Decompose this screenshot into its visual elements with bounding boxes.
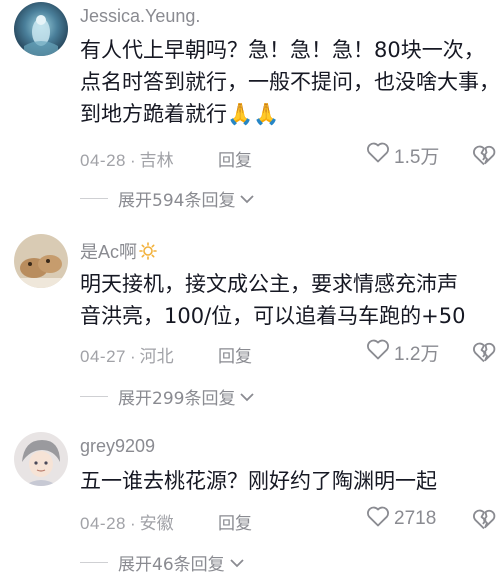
dislike-button[interactable] [472, 341, 496, 367]
like-button[interactable]: 2718 [366, 506, 436, 532]
comment-date: 04-28 [80, 514, 126, 533]
comment-text-line: 到地方跪着就行🙏🙏 [80, 102, 280, 126]
comment-text: 有人代上早朝吗？急！急！急！80块一次， 点名时答到就行，一般不提问，也没啥大事… [80, 34, 500, 130]
meta-separator: · [129, 514, 136, 533]
broken-heart-icon [472, 145, 496, 170]
like-count: 1.5万 [394, 146, 440, 168]
comment-location: 吉林 [139, 151, 174, 170]
meta-separator: · [129, 151, 136, 170]
heart-outline-icon [366, 141, 390, 169]
comment-text-line: 明天接机，接文成公主，要求情感充沛声 [80, 272, 458, 296]
comment-meta: 04-28 · 安徽 [80, 509, 174, 534]
expand-replies-button[interactable]: 展开46条回复 [80, 550, 245, 575]
comment-text-line: 五一谁去桃花源？刚好约了陶渊明一起 [80, 469, 437, 493]
expand-divider [80, 396, 108, 397]
reply-button[interactable]: 回复 [218, 509, 252, 534]
comment-text: 明天接机，接文成公主，要求情感充沛声 音洪亮，100/位，可以追着马车跑的+50 [80, 268, 500, 332]
chevron-down-icon [239, 189, 255, 209]
like-count: 2718 [394, 508, 437, 529]
expand-replies-label: 展开299条回复 [118, 389, 236, 409]
reply-button[interactable]: 回复 [218, 146, 252, 171]
heart-outline-icon [366, 338, 390, 366]
avatar[interactable] [14, 2, 68, 56]
comment-text-line: 点名时答到就行，一般不提问，也没啥大事， [80, 70, 500, 94]
comment-text-line: 音洪亮，100/位，可以追着马车跑的+50 [80, 304, 466, 328]
expand-divider [80, 198, 108, 199]
comment-text: 五一谁去桃花源？刚好约了陶渊明一起 [80, 465, 500, 497]
comment-meta: 04-28 · 吉林 [80, 146, 174, 171]
expand-replies-button[interactable]: 展开594条回复 [80, 186, 255, 211]
like-button[interactable]: 1.5万 [366, 142, 439, 168]
dislike-button[interactable] [472, 508, 496, 534]
expand-replies-button[interactable]: 展开299条回复 [80, 384, 255, 409]
username[interactable]: grey9209 [80, 436, 155, 457]
reply-button[interactable]: 回复 [218, 342, 252, 367]
sun-icon [139, 242, 157, 265]
like-button[interactable]: 1.2万 [366, 339, 439, 365]
expand-replies-label: 展开594条回复 [118, 191, 236, 211]
expand-replies-label: 展开46条回复 [118, 555, 225, 575]
username[interactable]: 是Ac啊 [80, 238, 157, 265]
chevron-down-icon [239, 387, 255, 407]
comment-meta: 04-27 · 河北 [80, 342, 174, 367]
broken-heart-icon [472, 509, 496, 534]
chevron-down-icon [229, 553, 245, 573]
avatar[interactable] [14, 432, 68, 486]
username-text: 是Ac啊 [80, 242, 138, 262]
comment-date: 04-28 [80, 151, 126, 170]
avatar[interactable] [14, 234, 68, 288]
username[interactable]: Jessica.Yeung. [80, 6, 200, 27]
like-count: 1.2万 [394, 343, 440, 365]
comment-date: 04-27 [80, 347, 126, 366]
comment-text-line: 有人代上早朝吗？急！急！急！80块一次， [80, 38, 485, 62]
comment-location: 安徽 [139, 514, 174, 533]
comment-location: 河北 [139, 347, 174, 366]
heart-outline-icon [366, 505, 390, 533]
meta-separator: · [129, 347, 136, 366]
broken-heart-icon [472, 342, 496, 367]
dislike-button[interactable] [472, 144, 496, 170]
expand-divider [80, 562, 108, 563]
